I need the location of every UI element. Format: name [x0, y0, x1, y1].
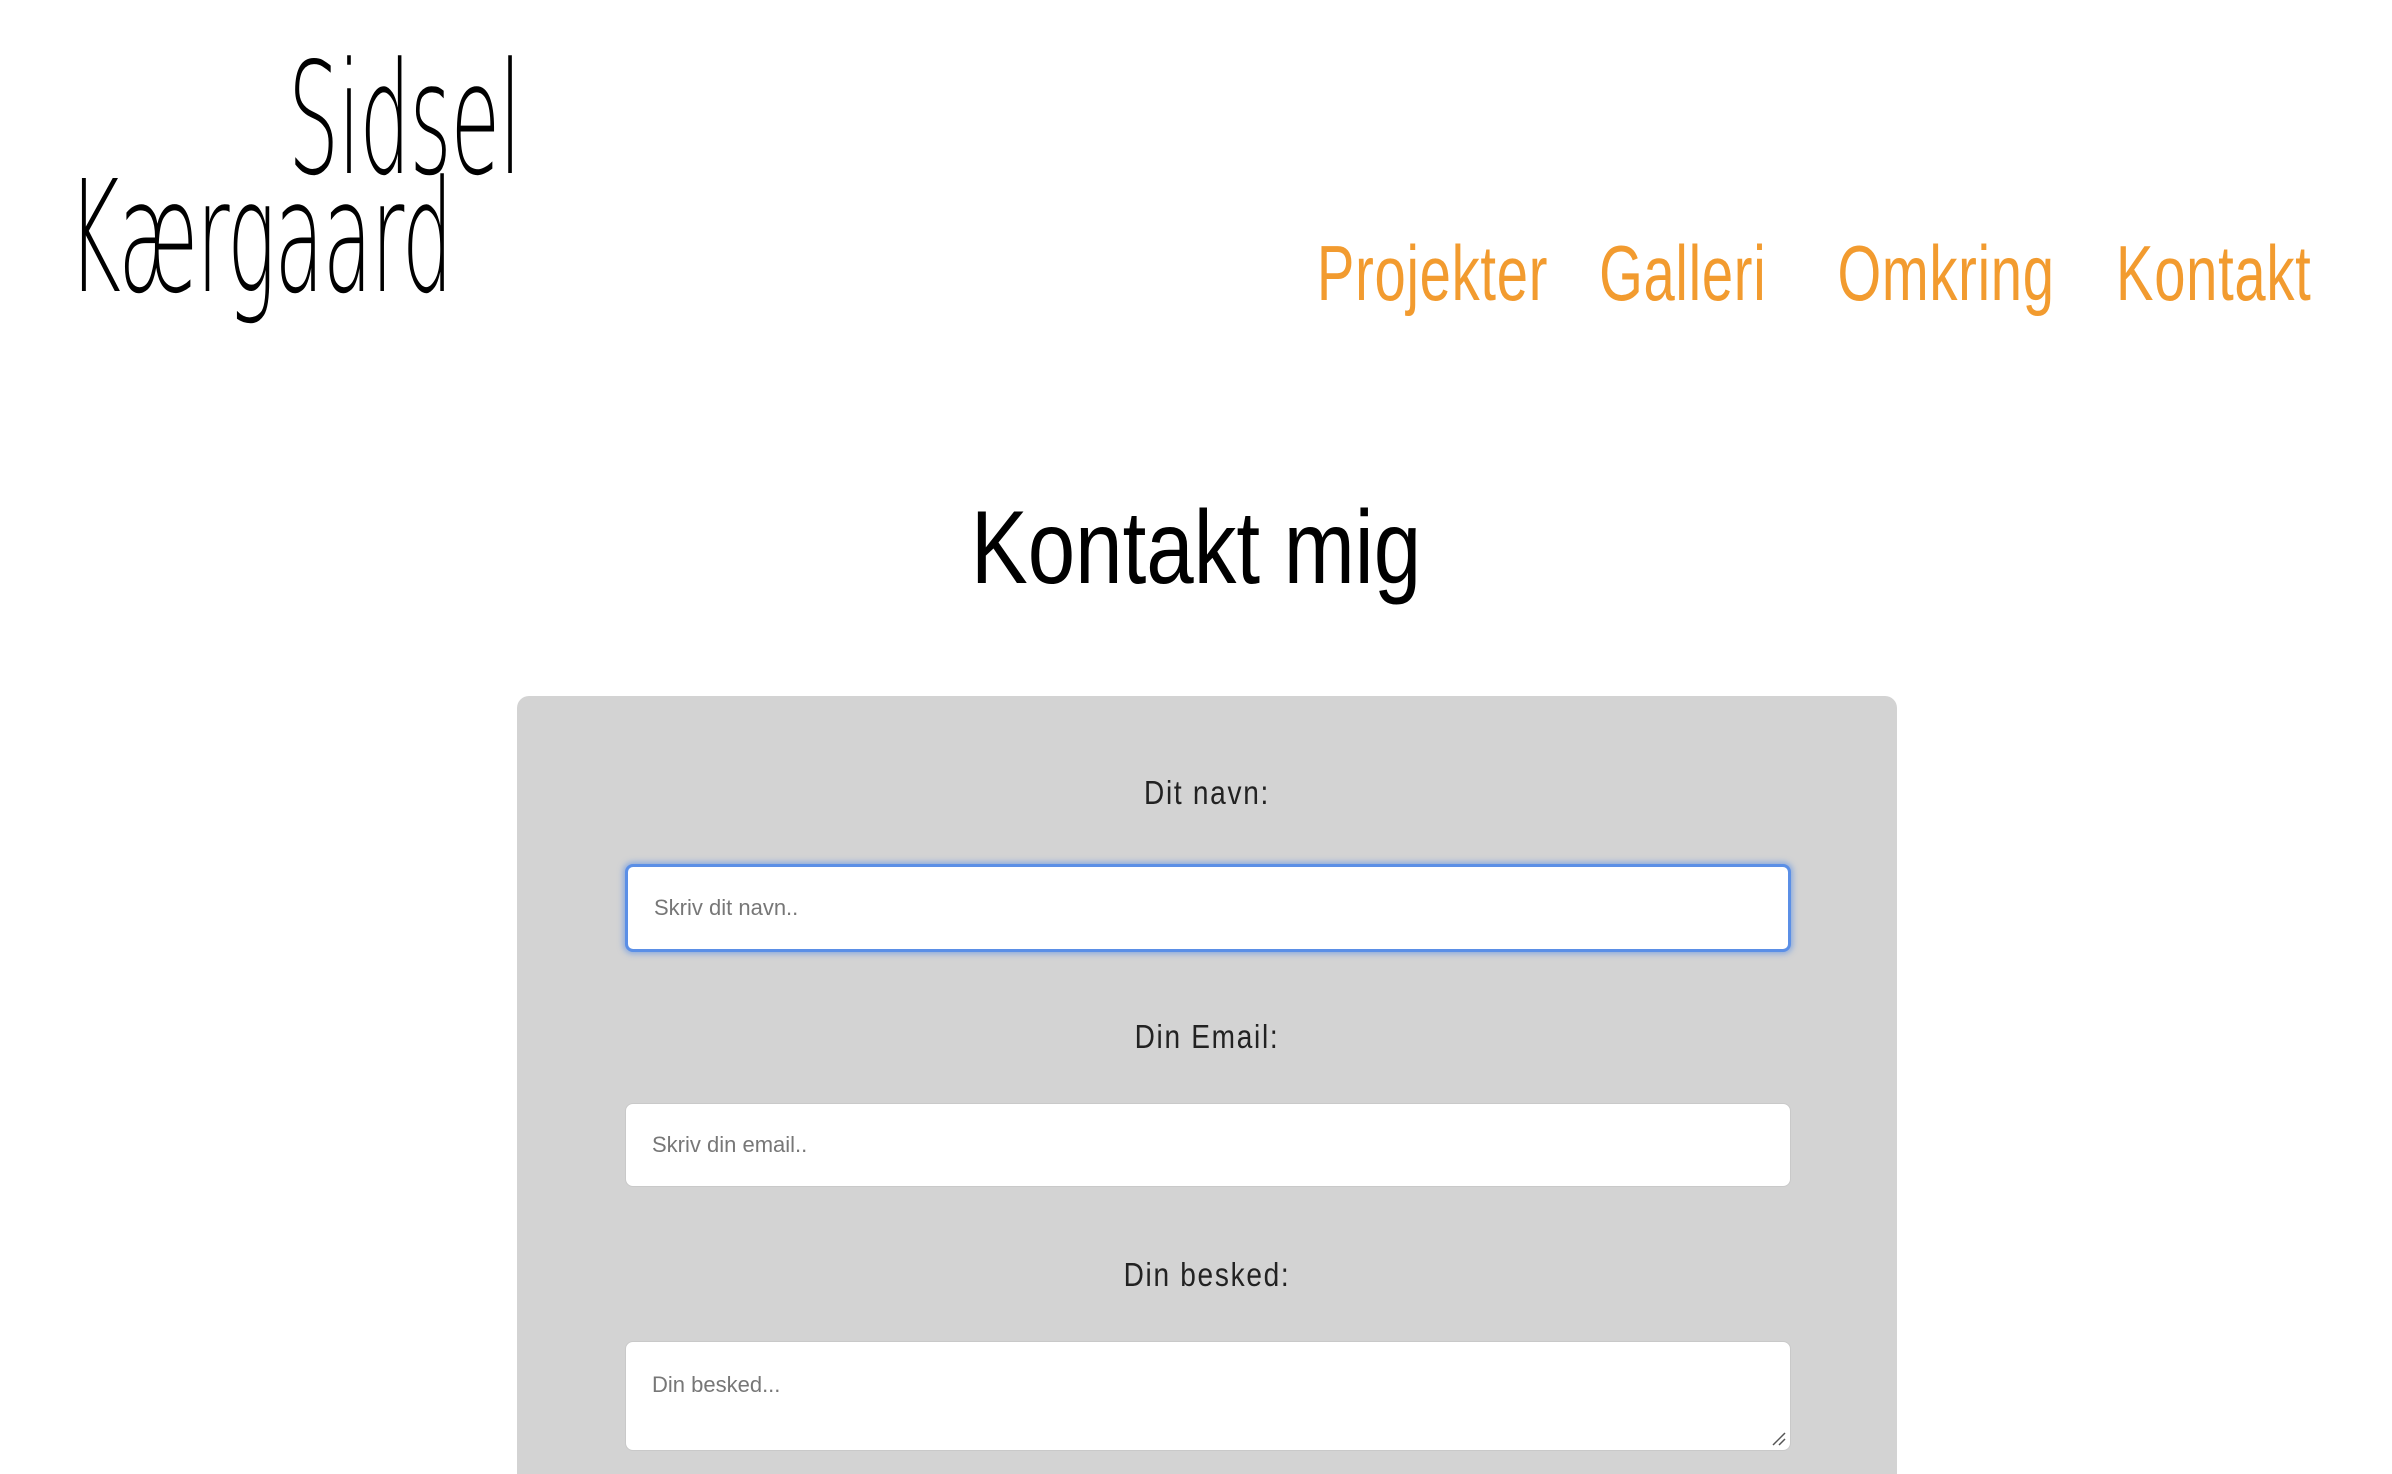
nav-item-projekter[interactable]: Projekter [1317, 234, 1548, 312]
message-label: Din besked: [1123, 1256, 1291, 1293]
contact-form: Dit navn: Skriv dit navn.. Din Email: Sk… [517, 696, 1897, 1474]
site-logo[interactable]: Sidsel Kærgaard [68, 42, 648, 372]
email-placeholder: Skriv din email.. [652, 1132, 808, 1157]
page-title: Kontakt mig [970, 490, 1422, 606]
nav-item-galleri[interactable]: Galleri [1599, 234, 1766, 312]
email-input[interactable]: Skriv din email.. [625, 1103, 1791, 1187]
nav-item-kontakt[interactable]: Kontakt [2117, 234, 2312, 312]
nav-item-omkring[interactable]: Omkring [1837, 234, 2054, 312]
name-placeholder: Skriv dit navn.. [654, 895, 799, 920]
resize-handle-icon[interactable] [1770, 1430, 1786, 1446]
contact-page: Sidsel Kærgaard Projekter Galleri Omkrin… [0, 0, 2392, 1474]
name-label: Dit navn: [1143, 774, 1270, 811]
logo-last-name: Kærgaard [68, 147, 453, 328]
main-nav: Projekter Galleri Omkring Kontakt [1287, 234, 2312, 312]
message-placeholder: Din besked... [652, 1372, 781, 1397]
email-label: Din Email: [1134, 1018, 1280, 1055]
name-input[interactable]: Skriv dit navn.. [625, 864, 1791, 952]
message-textarea[interactable]: Din besked... [625, 1341, 1791, 1451]
